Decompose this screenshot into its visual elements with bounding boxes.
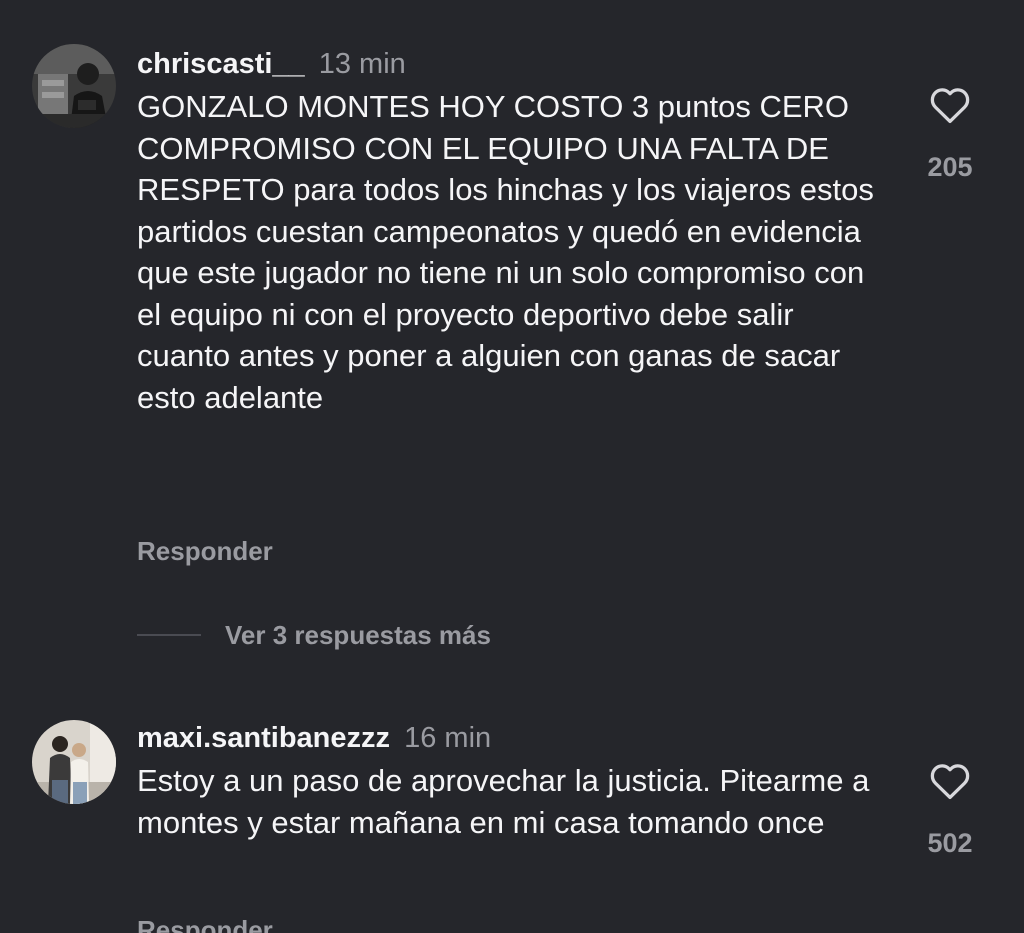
timestamp: 16 min: [404, 722, 492, 754]
reply-button[interactable]: Responder: [137, 915, 273, 933]
avatar-photo: [32, 720, 116, 804]
like-count: 205: [927, 152, 973, 182]
avatar[interactable]: [32, 720, 116, 804]
avatar[interactable]: [32, 44, 116, 128]
comment-text: GONZALO MONTES HOY COSTO 3 puntos CERO C…: [137, 89, 874, 415]
comment-text: Estoy a un paso de aprovechar la justici…: [137, 763, 870, 840]
view-more-replies-label: Ver 3 respuestas más: [225, 619, 491, 650]
username[interactable]: maxi.santibanezzz: [137, 722, 390, 754]
username[interactable]: chriscasti__: [137, 48, 305, 80]
comment-meta: chriscasti__ 13 min: [137, 44, 887, 84]
comment-meta: maxi.santibanezzz 16 min: [137, 718, 887, 758]
view-more-replies-button[interactable]: Ver 3 respuestas más: [137, 615, 491, 655]
comments-panel: chriscasti__ 13 min GONZALO MONTES HOY C…: [0, 0, 1024, 933]
like-control: 205: [905, 86, 995, 183]
like-count: 502: [927, 828, 973, 858]
heart-outline-icon[interactable]: [929, 86, 971, 124]
avatar-photo: [32, 44, 116, 128]
timestamp: 13 min: [318, 48, 406, 80]
reply-button[interactable]: Responder: [137, 536, 273, 567]
divider-line: [137, 634, 201, 636]
heart-outline-icon[interactable]: [929, 762, 971, 800]
like-control: 502: [905, 762, 995, 859]
